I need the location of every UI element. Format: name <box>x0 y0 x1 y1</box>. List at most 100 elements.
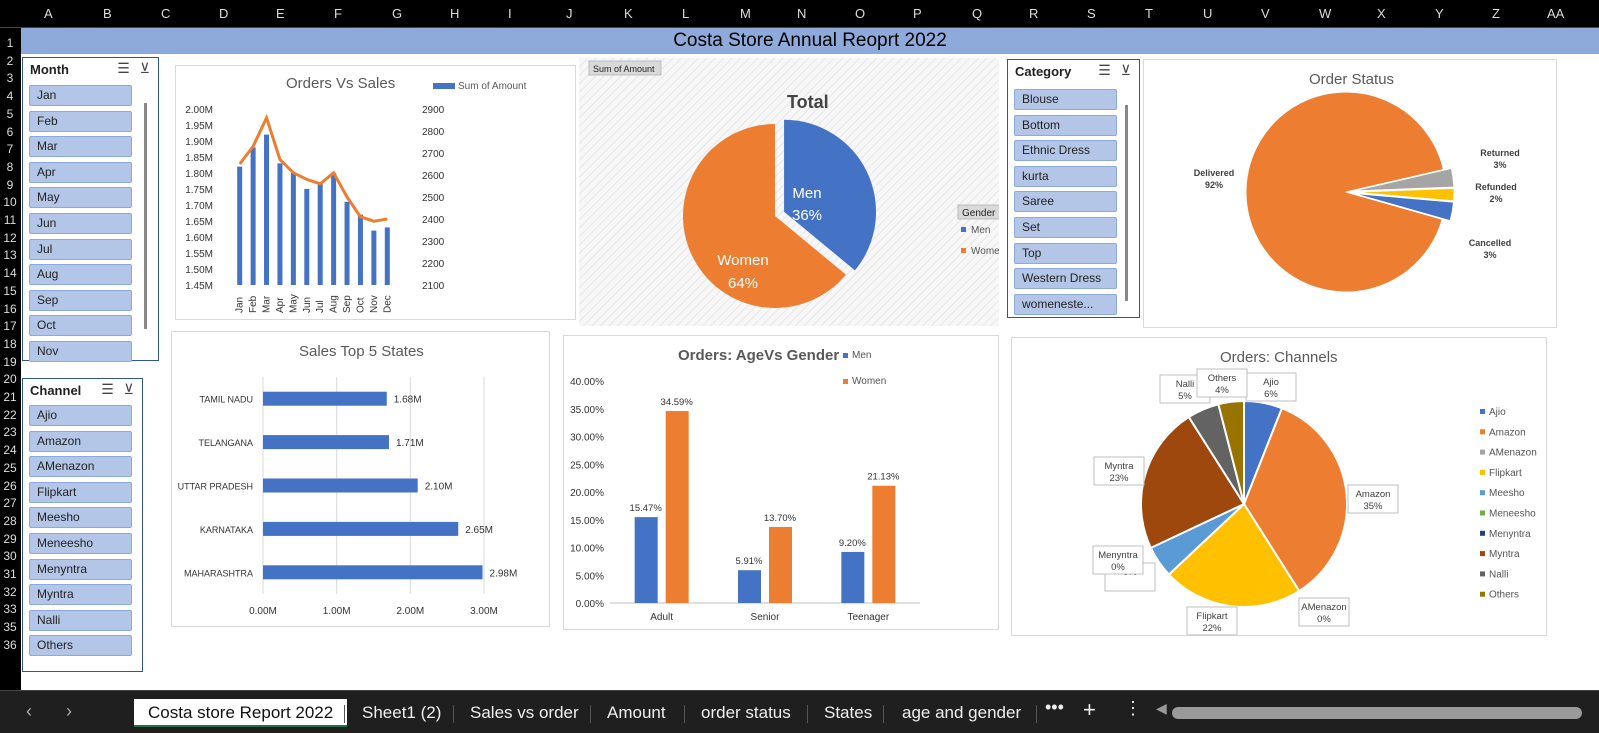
row-header-3[interactable]: 3 <box>0 71 20 85</box>
row-header-11[interactable]: 11 <box>0 213 20 227</box>
tab-order-status[interactable]: order status <box>687 699 805 727</box>
column-header-I[interactable]: I <box>508 6 512 21</box>
month-slicer-item-may[interactable]: May <box>29 187 132 209</box>
column-header-X[interactable]: X <box>1377 6 1386 21</box>
month-slicer-item-jan[interactable]: Jan <box>29 85 132 106</box>
column-header-E[interactable]: E <box>276 6 285 21</box>
column-header-D[interactable]: D <box>219 6 228 21</box>
row-header-16[interactable]: 16 <box>0 302 20 316</box>
row-header-35[interactable]: 35 <box>0 620 20 634</box>
row-header-1[interactable]: 1 <box>0 36 20 50</box>
worksheet[interactable]: Costa Store Annual Reoprt 2022 Month ☰ ⊻ … <box>21 28 1599 690</box>
horizontal-scrollbar[interactable] <box>1172 707 1582 719</box>
row-header-33[interactable]: 33 <box>0 602 20 616</box>
row-header-29[interactable]: 29 <box>0 532 20 546</box>
clear-filter-icon[interactable]: ⊻ <box>140 60 150 76</box>
category-slicer-item-western-dress[interactable]: Western Dress <box>1014 268 1117 290</box>
tab-costa-store-report-2022[interactable]: Costa store Report 2022 <box>134 699 348 727</box>
column-header-G[interactable]: G <box>392 6 402 21</box>
column-header-S[interactable]: S <box>1087 6 1096 21</box>
scroll-left-icon[interactable]: ◀ <box>1156 700 1167 717</box>
more-sheets-icon[interactable]: ••• <box>1045 697 1064 718</box>
month-slicer-item-feb[interactable]: Feb <box>29 110 132 132</box>
row-header-28[interactable]: 28 <box>0 514 20 528</box>
row-header-4[interactable]: 4 <box>0 89 20 103</box>
column-header-J[interactable]: J <box>566 6 573 21</box>
tab-amount[interactable]: Amount <box>593 699 680 727</box>
gender-pie-chart[interactable]: Sum of Amount Total Men 36% Women 64% Gender▼ M… <box>579 58 1013 326</box>
row-headers[interactable]: 1 2 3 4 5 6 7 8 9 10 11 12 13 14 15 16 17 18 19 20 21 22 23 24 2… <box>0 28 21 690</box>
category-slicer-scrollbar[interactable] <box>1125 105 1128 301</box>
row-header-25[interactable]: 25 <box>0 461 20 475</box>
category-slicer-item-womeneste-[interactable]: womeneste... <box>1014 293 1117 315</box>
column-header-O[interactable]: O <box>855 6 865 21</box>
channel-slicer-item-menyntra[interactable]: Menyntra <box>29 558 132 580</box>
column-header-L[interactable]: L <box>682 6 689 21</box>
tab-sales-vs-order[interactable]: Sales vs order <box>456 699 593 727</box>
clear-filter-icon[interactable]: ⊻ <box>1121 62 1131 78</box>
column-header-Y[interactable]: Y <box>1435 6 1444 21</box>
month-slicer-scrollbar[interactable] <box>144 103 147 329</box>
row-header-27[interactable]: 27 <box>0 496 20 510</box>
tab-states[interactable]: States <box>810 699 886 727</box>
add-sheet-icon[interactable]: + <box>1083 697 1096 723</box>
row-header-31[interactable]: 31 <box>0 567 20 581</box>
row-header-8[interactable]: 8 <box>0 160 20 174</box>
row-header-22[interactable]: 22 <box>0 408 20 422</box>
month-slicer-item-oct[interactable]: Oct <box>29 315 132 337</box>
channel-slicer-item-amenazon[interactable]: AMenazon <box>29 456 132 478</box>
channel-slicer-item-nalli[interactable]: Nalli <box>29 609 132 631</box>
channel-slicer[interactable]: Channel ☰ ⊻ Ajio Amazon AMenazon Flipkart Mee… <box>22 378 143 672</box>
category-slicer-item-kurta[interactable]: kurta <box>1014 165 1117 187</box>
month-slicer-item-jun[interactable]: Jun <box>29 213 132 234</box>
row-header-32[interactable]: 32 <box>0 585 20 599</box>
channel-slicer-item-ajio[interactable]: Ajio <box>29 405 132 426</box>
column-header-B[interactable]: B <box>103 6 112 21</box>
column-header-V[interactable]: V <box>1261 6 1270 21</box>
row-header-20[interactable]: 20 <box>0 372 20 386</box>
month-slicer-item-apr[interactable]: Apr <box>29 161 132 183</box>
column-header-M[interactable]: M <box>740 6 751 21</box>
channels-chart[interactable]: Orders: Channels Ajio 6% Amazon 35% AMenazon 0… <box>1011 337 1547 636</box>
column-header-U[interactable]: U <box>1203 6 1212 21</box>
next-sheet-icon[interactable]: › <box>66 701 72 722</box>
column-header-T[interactable]: T <box>1145 6 1153 21</box>
row-header-12[interactable]: 12 <box>0 231 20 245</box>
month-slicer[interactable]: Month ☰ ⊻ Jan Feb Mar Apr May Jun Jul Aug Sep Oct N… <box>22 57 159 362</box>
channel-slicer-item-meneesho[interactable]: Meneesho <box>29 533 132 554</box>
row-header-10[interactable]: 10 <box>0 195 20 209</box>
category-slicer-item-blouse[interactable]: Blouse <box>1014 89 1117 110</box>
multi-select-icon[interactable]: ☰ <box>101 381 114 397</box>
column-header-W[interactable]: W <box>1319 6 1331 21</box>
channel-slicer-item-others[interactable]: Others <box>29 635 132 657</box>
column-header-K[interactable]: K <box>624 6 633 21</box>
row-header-14[interactable]: 14 <box>0 266 20 280</box>
channel-slicer-item-meesho[interactable]: Meesho <box>29 507 132 529</box>
column-header-F[interactable]: F <box>334 6 342 21</box>
multi-select-icon[interactable]: ☰ <box>1098 62 1111 78</box>
month-slicer-item-jul[interactable]: Jul <box>29 238 132 260</box>
channel-slicer-item-flipkart[interactable]: Flipkart <box>29 481 132 503</box>
row-header-7[interactable]: 7 <box>0 142 20 156</box>
month-slicer-item-nov[interactable]: Nov <box>29 341 132 362</box>
row-header-21[interactable]: 21 <box>0 390 20 404</box>
category-slicer[interactable]: Category ☰ ⊻ Blouse Bottom Ethnic Dress kurt… <box>1007 59 1140 318</box>
column-header-AA[interactable]: AA <box>1547 6 1564 21</box>
column-header-H[interactable]: H <box>450 6 459 21</box>
column-header-R[interactable]: R <box>1029 6 1038 21</box>
column-header-N[interactable]: N <box>797 6 806 21</box>
month-slicer-item-aug[interactable]: Aug <box>29 264 132 286</box>
month-slicer-item-mar[interactable]: Mar <box>29 136 132 158</box>
age-gender-chart[interactable]: Orders: AgeVs Gender Men Women 40.00% 35.00%… <box>563 335 999 630</box>
row-header-5[interactable]: 5 <box>0 107 20 121</box>
row-header-9[interactable]: 9 <box>0 178 20 192</box>
row-header-26[interactable]: 26 <box>0 479 20 493</box>
row-header-15[interactable]: 15 <box>0 284 20 298</box>
month-slicer-item-sep[interactable]: Sep <box>29 289 132 311</box>
channel-slicer-item-amazon[interactable]: Amazon <box>29 430 132 452</box>
category-slicer-item-ethnic-dress[interactable]: Ethnic Dress <box>1014 140 1117 162</box>
row-header-30[interactable]: 30 <box>0 549 20 563</box>
channel-slicer-item-myntra[interactable]: Myntra <box>29 584 132 606</box>
row-header-2[interactable]: 2 <box>0 54 20 68</box>
column-header-Z[interactable]: Z <box>1492 6 1500 21</box>
